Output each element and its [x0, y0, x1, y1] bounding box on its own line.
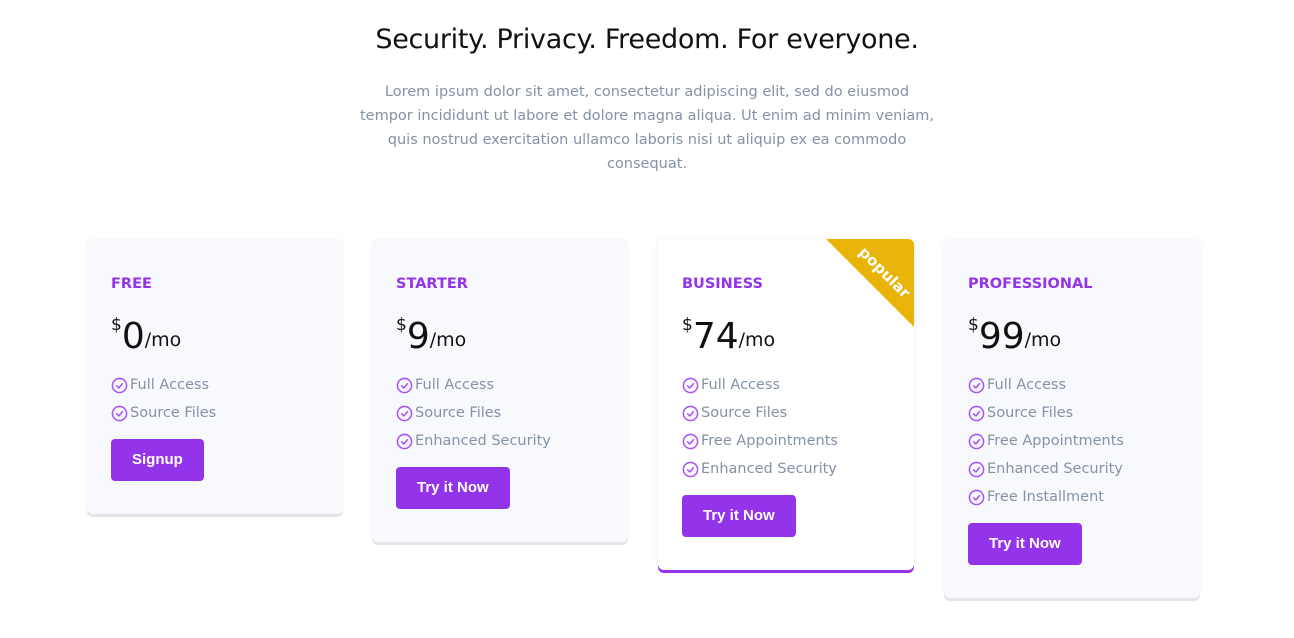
plan-name: STARTER — [396, 276, 468, 292]
feature-label: Source Files — [701, 405, 788, 421]
check-circle-icon — [111, 377, 128, 393]
feature-item: Full Access — [396, 371, 604, 399]
check-circle-icon — [682, 377, 699, 393]
currency: $ — [396, 315, 407, 335]
price-period: /mo — [738, 329, 776, 351]
price-amount: 99 — [978, 316, 1025, 357]
currency: $ — [682, 315, 693, 335]
plan-name: PROFESSIONAL — [968, 276, 1093, 292]
plan-price: $99/mo — [968, 315, 1176, 357]
pricing-card-business: BUSINESS $74/mo Full Access Source Files F… — [658, 239, 914, 570]
feature-label: Full Access — [987, 377, 1067, 393]
feature-item: Full Access — [682, 371, 890, 399]
price-period: /mo — [1024, 329, 1062, 351]
feature-label: Source Files — [130, 405, 217, 421]
check-circle-icon — [396, 377, 413, 393]
feature-label: Enhanced Security — [987, 461, 1123, 477]
check-circle-icon — [968, 461, 985, 477]
check-circle-icon — [396, 433, 413, 449]
feature-label: Full Access — [701, 377, 781, 393]
feature-label: Free Appointments — [987, 433, 1124, 449]
feature-list: Full Access Source Files Enhanced Security — [396, 371, 604, 455]
feature-label: Enhanced Security — [701, 461, 837, 477]
plan-name: FREE — [111, 276, 152, 292]
check-circle-icon — [968, 377, 985, 393]
plan-price: $0/mo — [111, 315, 319, 357]
feature-list: Full Access Source Files — [111, 371, 319, 427]
feature-item: Source Files — [968, 399, 1176, 427]
feature-label: Source Files — [987, 405, 1074, 421]
try-it-now-button[interactable]: Try it Now — [682, 495, 796, 537]
check-circle-icon — [682, 433, 699, 449]
check-circle-icon — [682, 405, 699, 421]
feature-item: Full Access — [968, 371, 1176, 399]
page-title: Security. Privacy. Freedom. For everyone… — [375, 24, 919, 55]
feature-label: Free Installment — [987, 489, 1104, 505]
price-period: /mo — [144, 329, 182, 351]
currency: $ — [968, 315, 979, 335]
signup-button[interactable]: Signup — [111, 439, 204, 481]
feature-label: Full Access — [130, 377, 210, 393]
feature-list: Full Access Source Files Free Appointments… — [682, 371, 890, 483]
check-circle-icon — [968, 433, 985, 449]
price-period: /mo — [429, 329, 467, 351]
price-amount: 9 — [406, 316, 430, 357]
check-circle-icon — [396, 405, 413, 421]
feature-label: Source Files — [415, 405, 502, 421]
feature-item: Source Files — [396, 399, 604, 427]
try-it-now-button[interactable]: Try it Now — [396, 467, 510, 509]
check-circle-icon — [968, 405, 985, 421]
page-description: Lorem ipsum dolor sit amet, consectetur … — [360, 84, 934, 172]
price-amount: 74 — [692, 316, 739, 357]
feature-list: Full Access Source Files Free Appointments… — [968, 371, 1176, 511]
feature-item: Enhanced Security — [396, 427, 604, 455]
feature-label: Full Access — [415, 377, 495, 393]
feature-item: Enhanced Security — [968, 455, 1176, 483]
pricing-card-starter: STARTER $9/mo Full Access Source Files Enh… — [372, 239, 628, 542]
plan-price: $9/mo — [396, 315, 604, 357]
check-circle-icon — [111, 405, 128, 421]
feature-item: Full Access — [111, 371, 319, 399]
feature-item: Free Appointments — [968, 427, 1176, 455]
pricing-card-free: FREE $0/mo Full Access Source Files Signup — [87, 239, 343, 514]
feature-label: Free Appointments — [701, 433, 838, 449]
feature-item: Source Files — [111, 399, 319, 427]
popular-ribbon: popular — [826, 239, 914, 327]
check-circle-icon — [968, 489, 985, 505]
price-amount: 0 — [121, 316, 145, 357]
currency: $ — [111, 315, 122, 335]
try-it-now-button[interactable]: Try it Now — [968, 523, 1082, 565]
pricing-card-professional: PROFESSIONAL $99/mo Full Access Source Fi… — [944, 239, 1200, 598]
feature-item: Enhanced Security — [682, 455, 890, 483]
check-circle-icon — [682, 461, 699, 477]
feature-item: Source Files — [682, 399, 890, 427]
feature-item: Free Appointments — [682, 427, 890, 455]
feature-label: Enhanced Security — [415, 433, 551, 449]
feature-item: Free Installment — [968, 483, 1176, 511]
